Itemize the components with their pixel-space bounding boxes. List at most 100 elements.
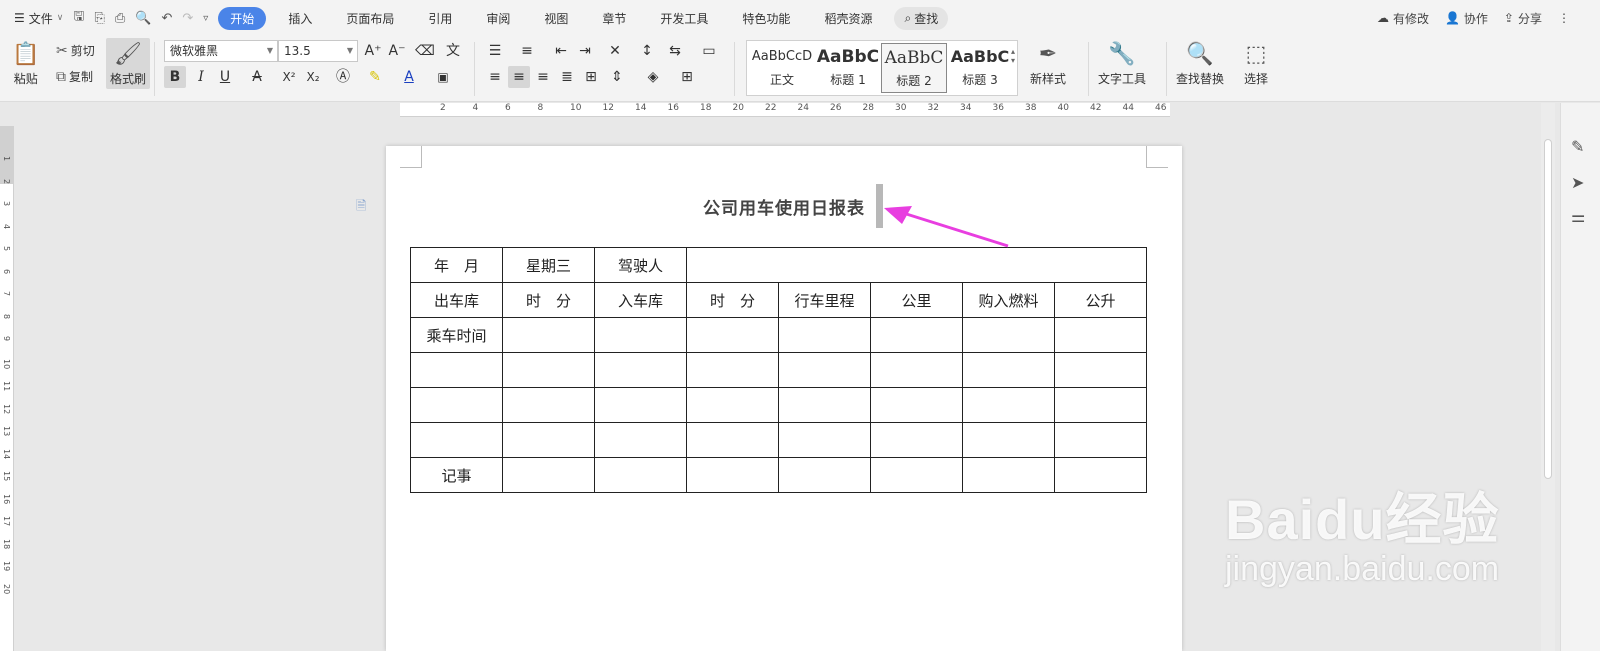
- print-preview-icon[interactable]: 🔍: [135, 11, 151, 26]
- search-tab[interactable]: ⌕ 查找: [894, 6, 949, 30]
- tab-view[interactable]: 视图: [532, 7, 580, 30]
- table-cell[interactable]: 行车里程: [778, 282, 871, 318]
- table-cell[interactable]: [686, 352, 779, 388]
- table-cell[interactable]: [410, 387, 503, 423]
- print-icon[interactable]: ⎙: [115, 11, 125, 26]
- table-cell[interactable]: [778, 422, 871, 458]
- table-cell[interactable]: 购入燃料: [962, 282, 1055, 318]
- scrollbar-thumb[interactable]: [1544, 139, 1552, 479]
- subscript-button[interactable]: X₂: [302, 66, 324, 88]
- copy-button[interactable]: ⧉ 复制: [56, 68, 93, 85]
- italic-button[interactable]: I: [190, 66, 212, 88]
- document-page[interactable]: 公司用车使用日报表 年 月星期三 驾驶人 出车库时 分入车库时 分行车里程 公里 购入燃…: [386, 146, 1182, 651]
- vertical-scrollbar[interactable]: [1541, 103, 1555, 651]
- font-name-select[interactable]: 微软雅黑 ▼: [164, 40, 278, 62]
- gallery-scroll-icon[interactable]: ▴ ▾: [1011, 47, 1015, 65]
- table-cell[interactable]: 时 分: [686, 282, 779, 318]
- table-cell[interactable]: [962, 387, 1055, 423]
- table-cell[interactable]: [502, 352, 595, 388]
- table-cell[interactable]: [594, 352, 687, 388]
- borders-icon[interactable]: ⊞: [676, 66, 698, 88]
- tab-developer[interactable]: 开发工具: [648, 7, 720, 30]
- more-button[interactable]: ⋮: [1558, 11, 1570, 25]
- paste-button[interactable]: 📋 粘贴: [12, 40, 39, 87]
- table-cell[interactable]: [870, 422, 963, 458]
- modified-button[interactable]: ☁ 有修改: [1377, 10, 1429, 27]
- tab-review[interactable]: 审阅: [474, 7, 522, 30]
- chinese-layout-icon[interactable]: ✕: [604, 40, 626, 62]
- table-cell[interactable]: [502, 387, 595, 423]
- shrink-font-icon[interactable]: A⁻: [386, 40, 408, 62]
- table-cell[interactable]: [502, 422, 595, 458]
- style-normal[interactable]: AaBbCcD 正文: [749, 43, 815, 93]
- table-cell[interactable]: 驾驶人: [594, 247, 687, 283]
- cut-button[interactable]: ✂ 剪切: [56, 42, 95, 59]
- table-cell[interactable]: [1054, 387, 1147, 423]
- underline-button[interactable]: U: [214, 66, 236, 88]
- format-painter-button[interactable]: 🖌 格式刷: [106, 38, 151, 89]
- cursor-icon[interactable]: ➤: [1571, 173, 1584, 192]
- bold-button[interactable]: B: [164, 66, 186, 88]
- table-icon[interactable]: ▭: [698, 40, 720, 62]
- table-cell[interactable]: [870, 387, 963, 423]
- distribute-icon[interactable]: ⊞: [580, 66, 602, 88]
- char-border-icon[interactable]: ▣: [432, 66, 454, 88]
- table-cell[interactable]: [502, 457, 595, 493]
- table-cell[interactable]: [594, 457, 687, 493]
- tab-insert[interactable]: 插入: [276, 7, 324, 30]
- document-map-icon[interactable]: 🗎: [356, 197, 366, 219]
- vertical-ruler[interactable]: 1 2 3 4 5 6 7 8 9 10 11 12 13 14 15 16 17 18 19 20: [0, 126, 14, 651]
- tab-section[interactable]: 章节: [590, 7, 638, 30]
- table-cell[interactable]: [962, 352, 1055, 388]
- table-cell[interactable]: [410, 352, 503, 388]
- table-cell[interactable]: [1054, 422, 1147, 458]
- table-cell[interactable]: [594, 387, 687, 423]
- tab-references[interactable]: 引用: [416, 7, 464, 30]
- superscript-button[interactable]: X²: [278, 66, 300, 88]
- save-icon[interactable]: 🖫: [73, 7, 84, 29]
- text-tools-button[interactable]: 🔧 文字工具: [1098, 40, 1146, 87]
- font-size-select[interactable]: 13.5 ▼: [278, 40, 358, 62]
- table-cell[interactable]: [778, 317, 871, 353]
- clear-format-icon[interactable]: ⌫: [414, 40, 436, 62]
- align-right-icon[interactable]: ≡: [532, 66, 554, 88]
- table-cell[interactable]: 入车库: [594, 282, 687, 318]
- table-cell[interactable]: [686, 317, 779, 353]
- share-button[interactable]: ⇪ 分享: [1504, 10, 1542, 27]
- table-cell[interactable]: [778, 387, 871, 423]
- select-button[interactable]: ⬚ 选择: [1244, 40, 1268, 87]
- strikethrough-button[interactable]: A: [246, 66, 268, 88]
- report-table[interactable]: 年 月星期三 驾驶人 出车库时 分入车库时 分行车里程 公里 购入燃料 公升 乘车时间 记事: [410, 247, 1147, 493]
- undo-icon[interactable]: ↶: [161, 11, 172, 26]
- table-cell[interactable]: [778, 457, 871, 493]
- table-cell[interactable]: [594, 422, 687, 458]
- text-effect-icon[interactable]: Ⓐ: [332, 66, 354, 88]
- table-cell[interactable]: [962, 422, 1055, 458]
- style-heading-1[interactable]: AaBbC 标题 1: [815, 43, 881, 93]
- outdent-icon[interactable]: ⇤: [550, 40, 572, 62]
- table-cell[interactable]: 星期三: [502, 247, 595, 283]
- table-cell[interactable]: 乘车时间: [410, 317, 503, 353]
- document-title[interactable]: 公司用车使用日报表: [386, 194, 1182, 219]
- table-cell[interactable]: [410, 422, 503, 458]
- table-cell[interactable]: [962, 317, 1055, 353]
- new-style-button[interactable]: ✒ 新样式: [1030, 40, 1066, 87]
- align-left-icon[interactable]: ≡: [484, 66, 506, 88]
- find-replace-button[interactable]: 🔍 查找替换: [1176, 40, 1224, 87]
- sliders-icon[interactable]: ⚌: [1571, 207, 1585, 226]
- table-cell[interactable]: [1054, 317, 1147, 353]
- tab-page-layout[interactable]: 页面布局: [334, 7, 406, 30]
- align-center-icon[interactable]: ≡: [508, 66, 530, 88]
- tab-home[interactable]: 开始: [218, 6, 267, 30]
- export-pdf-icon[interactable]: ⎘: [94, 11, 104, 26]
- grow-font-icon[interactable]: A⁺: [362, 40, 384, 62]
- bullet-list-icon[interactable]: ☰: [484, 40, 506, 62]
- horizontal-ruler[interactable]: 2 4 6 8 10 12 14 16 18 20 22 24 26 28 30 32 34 36 38 40 42 44…: [400, 103, 1170, 117]
- highlight-icon[interactable]: ✎: [364, 66, 386, 88]
- show-marks-icon[interactable]: ⇆: [664, 40, 686, 62]
- shading-icon[interactable]: ◈: [642, 66, 664, 88]
- table-cell[interactable]: [686, 422, 779, 458]
- indent-icon[interactable]: ⇥: [574, 40, 596, 62]
- table-cell[interactable]: [686, 387, 779, 423]
- numbered-list-icon[interactable]: ≡: [516, 40, 538, 62]
